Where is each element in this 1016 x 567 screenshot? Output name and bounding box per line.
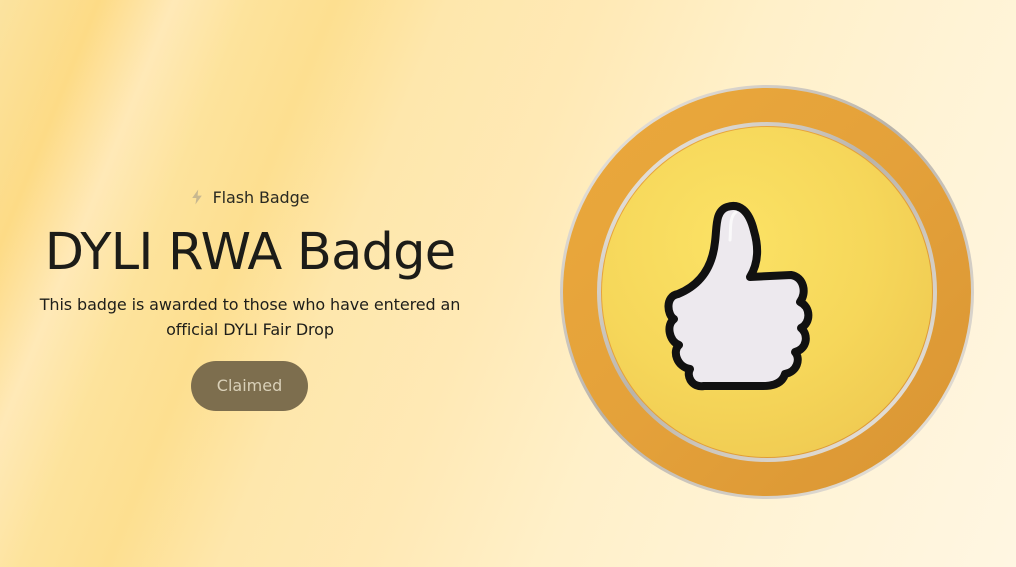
badge-type-label: Flash Badge [0, 188, 500, 207]
claimed-button[interactable]: Claimed [191, 361, 308, 411]
badge-info-panel: Flash Badge DYLI RWA Badge This badge is… [0, 0, 500, 567]
badge-description: This badge is awarded to those who have … [39, 295, 461, 339]
lightning-bolt-icon [191, 189, 202, 205]
badge-image [560, 85, 974, 499]
badge-type-text: Flash Badge [212, 188, 310, 207]
page-title: DYLI RWA Badge [44, 223, 456, 282]
